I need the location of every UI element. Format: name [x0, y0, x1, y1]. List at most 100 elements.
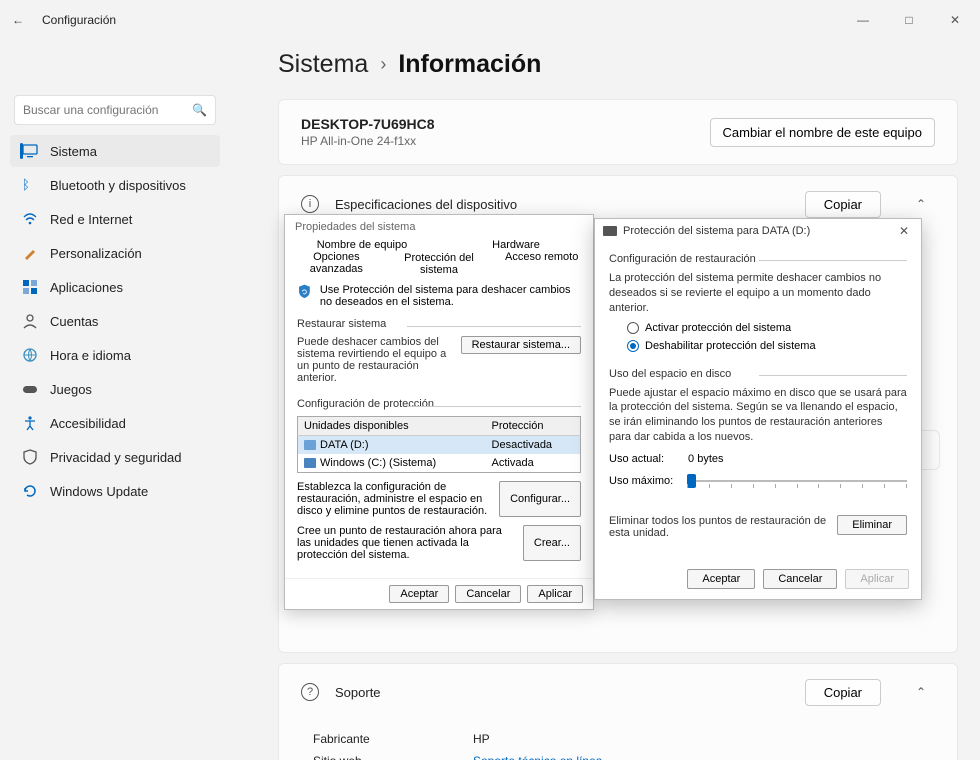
sidebar-item-update[interactable]: Windows Update	[10, 475, 220, 507]
sidebar-item-label: Personalización	[50, 246, 142, 261]
disk-usage-desc: Puede ajustar el espacio máximo en disco…	[609, 386, 907, 445]
radio-disable-protection[interactable]: Deshabilitar protección del sistema	[627, 340, 907, 352]
create-desc: Cree un punto de restauración ahora para…	[297, 525, 513, 561]
drives-table[interactable]: Unidades disponibles Protección DATA (D:…	[297, 416, 581, 473]
radio-icon	[627, 322, 639, 334]
tab-system-protection[interactable]: Protección del sistema	[388, 252, 491, 277]
website-label: Sitio web	[313, 754, 473, 760]
search-input[interactable]: 🔍	[14, 95, 216, 125]
drive-name: Windows (C:) (Sistema)	[320, 457, 436, 469]
radio-label: Deshabilitar protección del sistema	[645, 340, 816, 352]
tab-remote[interactable]: Acceso remoto	[490, 251, 593, 276]
col-protection: Protección	[486, 417, 581, 436]
back-button[interactable]: ←	[8, 10, 28, 30]
clock-globe-icon	[22, 347, 38, 363]
restore-system-button[interactable]: Restaurar sistema...	[461, 336, 581, 354]
ok-button[interactable]: Aceptar	[389, 585, 449, 603]
maximize-button[interactable]: □	[892, 3, 926, 37]
configure-button[interactable]: Configurar...	[499, 481, 581, 517]
max-usage-slider[interactable]	[687, 471, 907, 491]
col-drives: Unidades disponibles	[298, 417, 486, 436]
max-usage-label: Uso máximo:	[609, 475, 673, 487]
sidebar-item-network[interactable]: Red e Internet	[10, 203, 220, 235]
sidebar-item-label: Aplicaciones	[50, 280, 123, 295]
sidebar-item-label: Hora e idioma	[50, 348, 131, 363]
drive-icon	[304, 440, 316, 450]
tab-computer-name[interactable]: Nombre de equipo	[285, 239, 439, 251]
sidebar-item-label: Cuentas	[50, 314, 98, 329]
copy-spec-button[interactable]: Copiar	[805, 191, 881, 218]
drive-status: Desactivada	[486, 436, 581, 455]
breadcrumb-system[interactable]: Sistema	[278, 50, 368, 79]
dialog-title: Protección del sistema para DATA (D:)	[623, 225, 810, 237]
apps-icon	[22, 279, 38, 295]
sidebar-item-gaming[interactable]: Juegos	[10, 373, 220, 405]
table-row[interactable]: Windows (C:) (Sistema) Activada	[298, 454, 581, 473]
sidebar-item-apps[interactable]: Aplicaciones	[10, 271, 220, 303]
close-button[interactable]: ✕	[938, 3, 972, 37]
minimize-button[interactable]: —	[846, 3, 880, 37]
restore-group-label: Restaurar sistema	[297, 318, 581, 332]
drive-status: Activada	[486, 454, 581, 473]
restore-settings-label: Configuración de restauración	[609, 253, 907, 267]
sidebar-item-personalization[interactable]: Personalización	[10, 237, 220, 269]
sidebar-item-system[interactable]: Sistema	[10, 135, 220, 167]
dialog-title: Propiedades del sistema	[285, 215, 593, 239]
drive-icon	[603, 226, 617, 236]
intro-text: Use Protección del sistema para deshacer…	[320, 284, 581, 308]
drive-icon	[304, 458, 316, 468]
manufacturer-value: HP	[473, 732, 490, 746]
restore-desc: Puede deshacer cambios del sistema revir…	[297, 336, 451, 384]
support-header[interactable]: ? Soporte Copiar ⌃	[279, 664, 957, 720]
drive-name: DATA (D:)	[320, 439, 368, 451]
sidebar-item-label: Juegos	[50, 382, 92, 397]
sidebar-item-bluetooth[interactable]: ᛒ Bluetooth y dispositivos	[10, 169, 220, 201]
shield-icon	[22, 449, 38, 465]
section-label: Soporte	[335, 685, 381, 700]
tab-advanced[interactable]: Opciones avanzadas	[285, 251, 388, 276]
website-link[interactable]: Soporte técnico en línea	[473, 754, 602, 760]
radio-label: Activar protección del sistema	[645, 322, 791, 334]
sidebar-item-accounts[interactable]: Cuentas	[10, 305, 220, 337]
ok-button[interactable]: Aceptar	[687, 569, 755, 589]
apply-button: Aplicar	[845, 569, 909, 589]
cancel-button[interactable]: Cancelar	[455, 585, 521, 603]
brush-icon	[22, 245, 38, 261]
system-protection-config-dialog: Protección del sistema para DATA (D:) ✕ …	[594, 218, 922, 600]
system-icon	[22, 143, 38, 159]
sidebar-item-time[interactable]: Hora e idioma	[10, 339, 220, 371]
sidebar-item-label: Red e Internet	[50, 212, 132, 227]
sidebar-item-label: Bluetooth y dispositivos	[50, 178, 186, 193]
cancel-button[interactable]: Cancelar	[763, 569, 837, 589]
radio-enable-protection[interactable]: Activar protección del sistema	[627, 322, 907, 334]
search-icon: 🔍	[192, 103, 207, 117]
current-usage-value: 0 bytes	[688, 453, 723, 465]
manufacturer-label: Fabricante	[313, 732, 473, 746]
sidebar-item-label: Windows Update	[50, 484, 148, 499]
section-label: Especificaciones del dispositivo	[335, 197, 517, 212]
device-name: DESKTOP-7U69HC8	[301, 116, 435, 132]
table-row[interactable]: DATA (D:) Desactivada	[298, 436, 581, 455]
sidebar-item-privacy[interactable]: Privacidad y seguridad	[10, 441, 220, 473]
chevron-up-icon[interactable]: ⌃	[907, 678, 935, 706]
apply-button[interactable]: Aplicar	[527, 585, 583, 603]
sidebar-item-label: Sistema	[50, 144, 97, 159]
update-icon	[22, 483, 38, 499]
chevron-up-icon[interactable]: ⌃	[907, 190, 935, 218]
copy-support-button[interactable]: Copiar	[805, 679, 881, 706]
sidebar-item-label: Accesibilidad	[50, 416, 126, 431]
create-restore-point-button[interactable]: Crear...	[523, 525, 581, 561]
search-field[interactable]	[23, 103, 192, 117]
tab-hardware[interactable]: Hardware	[439, 239, 593, 251]
disk-usage-label: Uso del espacio en disco	[609, 368, 907, 382]
shield-restore-icon	[297, 284, 312, 306]
delete-button[interactable]: Eliminar	[837, 515, 907, 535]
close-icon[interactable]: ✕	[895, 224, 913, 238]
rename-pc-button[interactable]: Cambiar el nombre de este equipo	[710, 118, 935, 147]
restore-settings-desc: La protección del sistema permite deshac…	[609, 271, 907, 316]
system-properties-dialog: Propiedades del sistema Nombre de equipo…	[284, 214, 594, 610]
page-title: Información	[398, 50, 541, 79]
sidebar-item-accessibility[interactable]: Accesibilidad	[10, 407, 220, 439]
support-icon: ?	[301, 683, 319, 701]
configure-desc: Establezca la configuración de restaurac…	[297, 481, 489, 517]
